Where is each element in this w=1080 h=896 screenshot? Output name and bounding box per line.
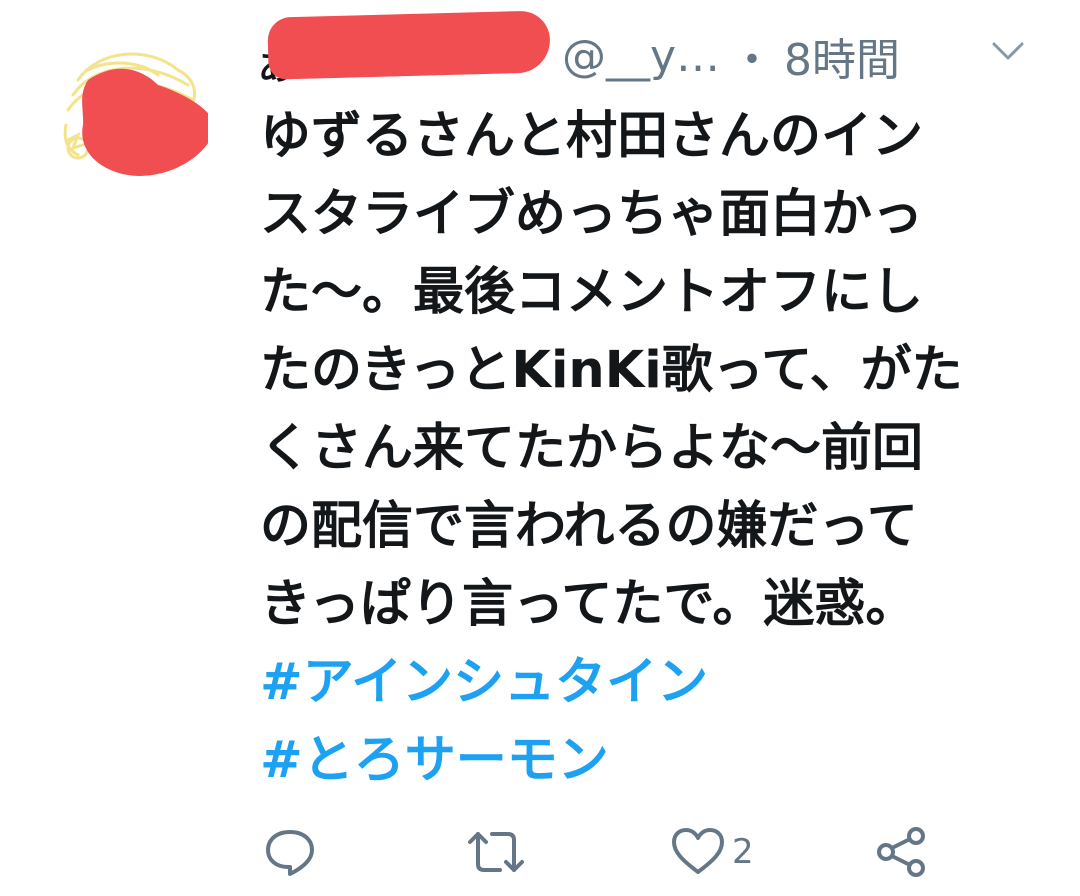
tweet-text-line: スタライブめっちゃ面白かっ xyxy=(260,185,924,244)
tweet-text-line: の配信で言われるの嫌だって xyxy=(260,497,918,556)
hashtag-link[interactable]: #アインシュタイン xyxy=(260,644,1040,722)
author-handle[interactable]: @__y… xyxy=(562,31,720,82)
tweet-text-line: た〜。最後コメントオフにし xyxy=(260,263,924,322)
like-count: 2 xyxy=(732,832,754,872)
share-button[interactable] xyxy=(874,820,930,884)
retweet-button[interactable] xyxy=(466,820,526,884)
tweet[interactable]: あ @__y… ・ 8時間 ゆずるさんと村田さんのイン スタライブめっちゃ面白か… xyxy=(0,0,1080,896)
reply-icon xyxy=(266,830,314,876)
reply-button[interactable] xyxy=(262,820,318,884)
chevron-down-icon[interactable] xyxy=(988,38,1028,66)
hashtag-link[interactable]: #とろサーモン xyxy=(260,722,1040,800)
separator: ・ xyxy=(730,35,775,86)
like-button[interactable]: 2 xyxy=(670,820,754,884)
retweet-icon xyxy=(468,832,524,872)
tweet-text-line: きっぱり言ってたで。迷惑。 xyxy=(260,575,917,634)
author-name-redaction xyxy=(267,10,551,80)
tweet-text-line: ゆずるさんと村田さんのイン xyxy=(260,107,924,166)
tweet-text-line: たのきっとKinKi歌って、がた xyxy=(260,341,963,400)
share-icon xyxy=(877,827,925,877)
avatar[interactable] xyxy=(48,40,208,190)
timestamp[interactable]: 8時間 xyxy=(784,24,900,88)
tweet-header: @__y… ・ 8時間 xyxy=(562,24,900,88)
heart-icon xyxy=(672,828,724,874)
tweet-actions: 2 xyxy=(262,820,962,884)
tweet-text-line: くさん来てたからよな〜前回 xyxy=(260,419,924,478)
tweet-text: ゆずるさんと村田さんのイン スタライブめっちゃ面白かっ た〜。最後コメントオフに… xyxy=(260,98,1040,800)
